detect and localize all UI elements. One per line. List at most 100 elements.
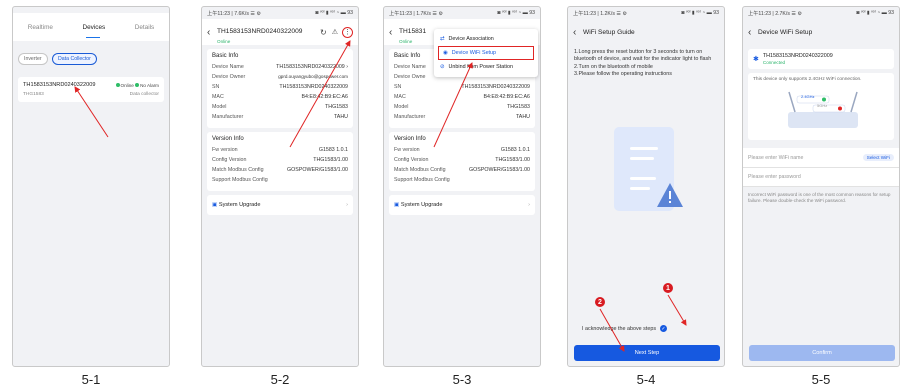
- basic-info-title: Basic Info: [212, 53, 239, 59]
- guide-steps: 1.Long press the reset button for 3 seco…: [574, 49, 712, 77]
- kv-row: Fw version G1583 1.0.1: [212, 147, 348, 153]
- version-info-title: Version Info: [394, 136, 426, 142]
- kv-row: Manufacturer TAHU: [394, 114, 530, 120]
- next-step-button[interactable]: Next Step: [574, 345, 720, 361]
- select-wifi-button[interactable]: Select WiFi: [862, 154, 894, 161]
- link-icon: ⇄: [440, 36, 445, 42]
- menu-device-association[interactable]: ⇄ Device Association: [434, 32, 538, 46]
- chip-inverter[interactable]: Inverter: [18, 53, 48, 65]
- password-field[interactable]: Please enter password: [743, 168, 899, 187]
- router-illustration: [788, 91, 858, 128]
- more-menu-icon[interactable]: ⋮: [342, 26, 353, 38]
- back-icon[interactable]: ‹: [207, 27, 217, 38]
- version-info-card: Version Info Fw version G1583 1.0.1 Confi…: [207, 132, 353, 191]
- page-title: WiFi Setup Guide: [583, 28, 635, 36]
- online-dot-icon: [115, 83, 120, 88]
- system-upgrade-row[interactable]: ▣ System Upgrade ›: [207, 195, 353, 215]
- kv-row: Model THG1583: [212, 104, 348, 110]
- back-icon[interactable]: ‹: [748, 27, 758, 38]
- screen-device-menu: 上午11:23 | 1.7K/s ☰ ⚙ ◙ ᵛᵒˡ ▮ ᵛᵒˡ ◔ ▬ 93 …: [383, 6, 541, 367]
- band-5-label: 5GHz: [817, 103, 828, 108]
- wifi-name-field[interactable]: Please enter WiFi name Select WiFi: [743, 148, 899, 168]
- status-bar: 上午11:23 | 1.7K/s ☰ ⚙ ◙ ᵛᵒˡ ▮ ᵛᵒˡ ◔ ▬ 93: [389, 10, 535, 17]
- status-bar: 上午11:23 | 2.7K/s ☰ ⚙ ◙ ᵛᵒˡ ▮ ᵛᵒˡ ◔ ▬ 93: [748, 10, 894, 17]
- upgrade-icon: ▣: [394, 202, 400, 208]
- device-type-filter: Inverter Data Collector: [13, 41, 169, 71]
- kv-row: Config Version THG1583/1.00: [394, 157, 530, 163]
- device-list-item[interactable]: TH1583153NRD0240322009 Online No Alarm T…: [18, 77, 164, 102]
- version-info-card: Version Info Fw version G1583 1.0.1 Confi…: [389, 132, 535, 191]
- kv-row: Device Owner gprd.ouyangyubo@gospower.com: [212, 74, 348, 80]
- system-upgrade-row[interactable]: ▣ System Upgrade ›: [389, 195, 535, 215]
- caption-5-3: 5-3: [452, 372, 472, 387]
- status-alarm: No Alarm: [140, 82, 159, 88]
- acknowledge-row[interactable]: I acknowledge the above steps ✓: [582, 325, 668, 332]
- step-badge-1: 1: [663, 283, 673, 293]
- tab-details[interactable]: Details: [135, 24, 155, 31]
- page-title: TH15831: [399, 28, 427, 35]
- kv-row: Support Modbus Config: [212, 177, 268, 183]
- chevron-right-icon: ›: [346, 202, 348, 208]
- status-bar: 上午11:23 | 1.2K/s ☰ ⚙ ◙ ᵛᵒˡ ▮ ᵛᵒˡ ◔ ▬ 93: [573, 10, 719, 17]
- step-badge-2: 2: [595, 297, 605, 307]
- kv-row: Device Name TH1583153NRD0240322009 ›: [212, 64, 348, 70]
- kv-row: Fw version G1583 1.0.1: [394, 147, 530, 153]
- kv-row: MAC B4:E8:42:B9:EC:A6: [394, 94, 530, 100]
- wifi-header: ‹ Device WiFi Setup: [743, 19, 899, 45]
- detail-header: ‹ TH1583153NRD0240322009 Online ↻ ⚠ ⋮: [202, 19, 358, 45]
- guide-header: ‹ WiFi Setup Guide: [568, 19, 724, 45]
- status-bar: 上午11:23 | 7.6K/s ☰ ⚙ ◙ ᵛᵒˡ ▮ ᵛᵒˡ ◔ ▬ 93: [207, 10, 353, 17]
- caption-5-1: 5-1: [81, 372, 101, 387]
- version-info-title: Version Info: [212, 136, 244, 142]
- device-illustration: [614, 127, 683, 211]
- upgrade-icon: ▣: [212, 202, 218, 208]
- connected-status: Connected: [762, 60, 786, 65]
- kv-row: Match Modbus Config GOSPOWER/G1583/1.00: [394, 167, 530, 173]
- menu-device-wifi-setup[interactable]: ◉ Device WiFi Setup: [438, 46, 534, 60]
- confirm-button[interactable]: Confirm: [749, 345, 895, 361]
- chevron-right-icon: ›: [528, 202, 530, 208]
- screen-wifi-setup: 上午11:23 | 2.7K/s ☰ ⚙ ◙ ᵛᵒˡ ▮ ᵛᵒˡ ◔ ▬ 93 …: [742, 6, 900, 367]
- kv-row: Config Version THG1583/1.00: [212, 157, 348, 163]
- online-status: Online: [217, 39, 231, 44]
- device-connection-card: ✱ TH1583153NRD0240322009 Connected: [748, 49, 894, 69]
- page-title: Device WiFi Setup: [758, 28, 813, 36]
- refresh-icon[interactable]: ↻: [320, 28, 327, 37]
- tab-devices[interactable]: Devices: [82, 24, 105, 31]
- chip-data-collector[interactable]: Data Collector: [52, 53, 97, 65]
- more-dropdown-menu: ⇄ Device Association ◉ Device WiFi Setup ⊘…: [434, 29, 538, 77]
- kv-row: MAC B4:E8:42:B9:EC:A6: [212, 94, 348, 100]
- caption-5-4: 5-4: [636, 372, 656, 387]
- tab-realtime[interactable]: Realtime: [28, 24, 53, 31]
- wifi-info-card: This device only supports 2.4GHz WiFi co…: [748, 73, 894, 140]
- page-title: TH1583153NRD0240322009: [217, 28, 303, 35]
- acknowledge-checkbox[interactable]: ✓: [660, 325, 668, 332]
- alarm-dot-icon: [135, 83, 140, 88]
- kv-row: SN TH1583153NRD0240322009: [212, 84, 348, 90]
- kv-row: Model THG1583: [394, 104, 530, 110]
- device-sn: TH1583153NRD0240322009: [762, 53, 833, 59]
- kv-row: Manufacturer TAHU: [212, 114, 348, 120]
- password-warning: Incorrect WiFi password is one of the mo…: [748, 192, 891, 204]
- unlink-icon: ⊘: [440, 64, 445, 70]
- device-type: Data collector: [129, 92, 159, 97]
- device-model: THG1583: [23, 92, 44, 97]
- status-online: Online: [120, 82, 134, 88]
- kv-row: SN TH1583153NRD0240322009: [394, 84, 530, 90]
- screen-wifi-guide: 上午11:23 | 1.2K/s ☰ ⚙ ◙ ᵛᵒˡ ▮ ᵛᵒˡ ◔ ▬ 93 …: [567, 6, 725, 367]
- menu-unbind-station[interactable]: ⊘ Unbind from Power Station: [434, 60, 538, 74]
- caption-5-5: 5-5: [811, 372, 831, 387]
- band-note: This device only supports 2.4GHz WiFi co…: [753, 77, 862, 82]
- back-icon[interactable]: ‹: [389, 27, 399, 38]
- tutorial-strip: Realtime Devices Details Inverter Data C…: [0, 0, 900, 392]
- back-icon[interactable]: ‹: [573, 27, 583, 38]
- kv-row: Support Modbus Config: [394, 177, 450, 183]
- caption-5-2: 5-2: [270, 372, 290, 387]
- screen-devices: Realtime Devices Details Inverter Data C…: [12, 6, 170, 367]
- top-tabs: Realtime Devices Details: [13, 13, 169, 41]
- basic-info-card: Basic Info Device Name TH1583153NRD024032…: [207, 49, 353, 128]
- warning-icon[interactable]: ⚠: [332, 28, 338, 36]
- kv-row: Match Modbus Config GOSPOWER/G1583/1.00: [212, 167, 348, 173]
- screen-device-detail: 上午11:23 | 7.6K/s ☰ ⚙ ◙ ᵛᵒˡ ▮ ᵛᵒˡ ◔ ▬ 93 …: [201, 6, 359, 367]
- bluetooth-icon: ✱: [753, 56, 759, 63]
